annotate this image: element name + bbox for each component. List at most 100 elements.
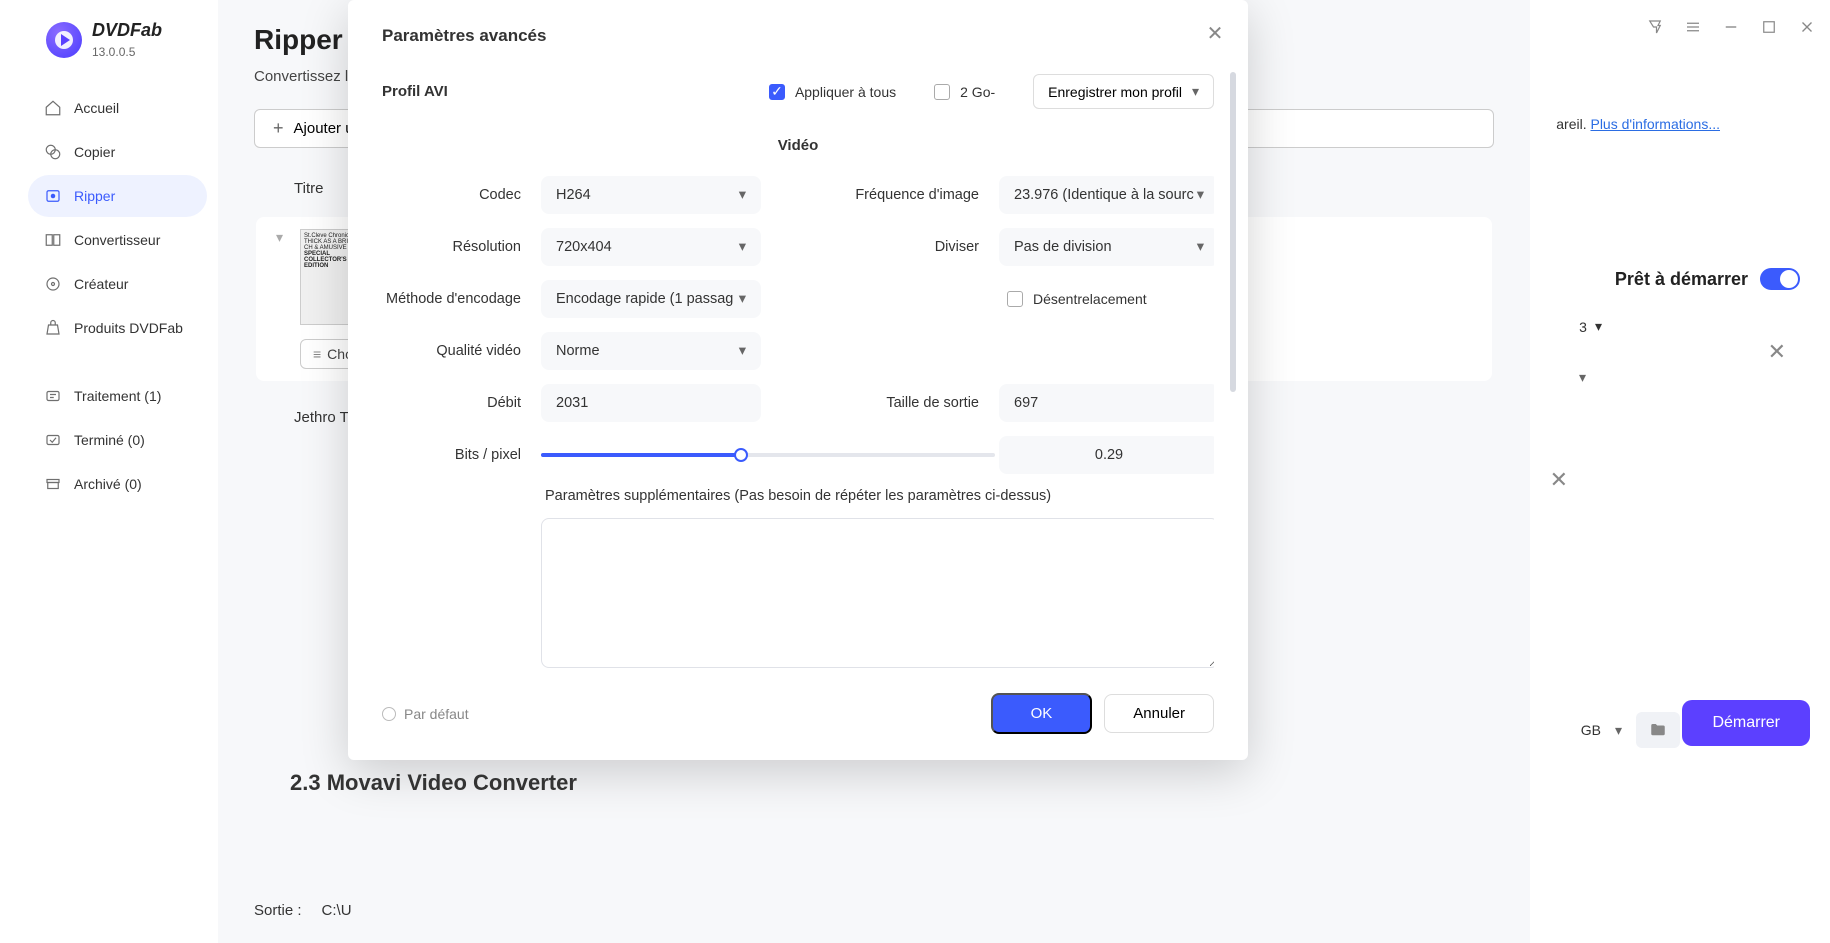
- nav-item-archive[interactable]: Archivé (0): [28, 463, 207, 505]
- logo-icon: [46, 22, 82, 58]
- bitrate-input[interactable]: 2031: [541, 384, 761, 422]
- outsize-input[interactable]: 697: [999, 384, 1214, 422]
- nav-main: Accueil Copier Ripper Convertisseur Créa…: [18, 87, 217, 349]
- gb-label: GB: [1581, 722, 1601, 738]
- apply-all-checkbox[interactable]: ✓ Appliquer à tous: [769, 84, 896, 100]
- products-icon: [44, 319, 62, 337]
- nav-label: Produits DVDFab: [74, 320, 183, 336]
- create-icon: [44, 275, 62, 293]
- video-section-title: Vidéo: [382, 137, 1214, 154]
- checkbox-icon: [1007, 291, 1023, 307]
- modal-header-row: Profil AVI ✓ Appliquer à tous 2 Go- Enre…: [382, 74, 1214, 109]
- output-bar: Sortie : C:\U: [254, 878, 1494, 943]
- resolution-dropdown[interactable]: 720x404▾: [541, 228, 761, 266]
- logo-block: DVDFab 13.0.0.5: [46, 20, 197, 59]
- sidebar: DVDFab 13.0.0.5 Accueil Copier Ripper Co…: [18, 0, 218, 943]
- chevron-down-icon: ▾: [1595, 318, 1602, 335]
- checkbox-checked-icon: ✓: [769, 84, 785, 100]
- framerate-dropdown[interactable]: 23.976 (Identique à la sourc▾: [999, 176, 1214, 214]
- split-size-checkbox[interactable]: 2 Go-: [934, 84, 995, 100]
- resolution-label: Résolution: [382, 239, 537, 255]
- nav-item-creator[interactable]: Créateur: [28, 263, 207, 305]
- version-text: 13.0.0.5: [92, 45, 162, 59]
- chevron-down-icon[interactable]: ▾: [1579, 369, 1586, 386]
- bpp-slider[interactable]: [541, 453, 995, 457]
- save-profile-button[interactable]: Enregistrer mon profil ▾: [1033, 74, 1214, 109]
- modal-title: Paramètres avancés: [382, 26, 1214, 46]
- more-info-link[interactable]: Plus d'informations...: [1590, 116, 1720, 132]
- chevron-down-icon: ▾: [1197, 187, 1204, 203]
- codec-dropdown[interactable]: H264▾: [541, 176, 761, 214]
- checkbox-icon: [934, 84, 950, 100]
- profile-label: Profil AVI: [382, 83, 448, 100]
- expand-icon[interactable]: ▾: [276, 229, 290, 246]
- nav-label: Terminé (0): [74, 432, 145, 448]
- nav-label: Ripper: [74, 188, 115, 204]
- cancel-button[interactable]: Annuler: [1104, 694, 1214, 733]
- nav-label: Archivé (0): [74, 476, 142, 492]
- scroll-area: Codec H264▾ Fréquence d'image 23.976 (Id…: [382, 176, 1214, 675]
- done-icon: [44, 431, 62, 449]
- codec-label: Codec: [382, 187, 537, 203]
- extra-params-label: Paramètres supplémentaires (Pas besoin d…: [541, 488, 1214, 504]
- scrollbar-thumb[interactable]: [1230, 72, 1236, 392]
- ok-button[interactable]: OK: [991, 693, 1093, 734]
- open-folder-button[interactable]: [1636, 712, 1680, 748]
- quality-label: Qualité vidéo: [382, 343, 537, 359]
- nav-label: Créateur: [74, 276, 128, 292]
- encode-method-label: Méthode d'encodage: [382, 291, 537, 307]
- nav-item-done[interactable]: Terminé (0): [28, 419, 207, 461]
- home-icon: [44, 99, 62, 117]
- size-dropdown[interactable]: 3 ▾: [1579, 318, 1602, 335]
- ready-label: Prêt à démarrer: [1615, 269, 1748, 290]
- nav-label: Copier: [74, 144, 115, 160]
- status-panel: Prêt à démarrer: [1615, 268, 1800, 290]
- outsize-label: Taille de sortie: [765, 395, 995, 411]
- modal-scrollbar[interactable]: [1230, 72, 1236, 650]
- close-icon[interactable]: ✕: [1768, 339, 1786, 365]
- convert-icon: [44, 231, 62, 249]
- start-button[interactable]: Démarrer: [1682, 700, 1810, 746]
- archive-icon: [44, 475, 62, 493]
- close-icon[interactable]: ✕: [1550, 467, 1568, 493]
- nav-item-ripper[interactable]: Ripper: [28, 175, 207, 217]
- split-size-label: 2 Go-: [960, 84, 995, 100]
- quality-dropdown[interactable]: Norme▾: [541, 332, 761, 370]
- theme-icon[interactable]: [1646, 18, 1664, 36]
- bpp-value-input[interactable]: 0.29: [999, 436, 1214, 474]
- titlebar-controls: [1646, 18, 1816, 36]
- nav-label: Traitement (1): [74, 388, 161, 404]
- maximize-icon[interactable]: [1760, 18, 1778, 36]
- slider-thumb[interactable]: [734, 448, 748, 462]
- size-unit-block: GB ▾: [1581, 712, 1680, 748]
- chevron-down-icon: ▾: [1197, 239, 1204, 255]
- list-icon: ≡: [313, 346, 321, 362]
- chevron-down-icon[interactable]: ▾: [1615, 722, 1622, 739]
- bpp-label: Bits / pixel: [382, 447, 537, 463]
- split-dropdown[interactable]: Pas de division▾: [999, 228, 1214, 266]
- nav-item-converter[interactable]: Convertisseur: [28, 219, 207, 261]
- desc-right-fragment: areil. Plus d'informations...: [1556, 116, 1720, 132]
- size-value: 3: [1579, 319, 1587, 335]
- col-title: Titre: [294, 180, 323, 197]
- brand-name: DVDFab: [92, 20, 162, 41]
- close-icon[interactable]: [1798, 18, 1816, 36]
- nav-item-process[interactable]: Traitement (1): [28, 375, 207, 417]
- nav-item-copy[interactable]: Copier: [28, 131, 207, 173]
- deinterlace-checkbox[interactable]: Désentrelacement: [999, 291, 1214, 307]
- reset-icon: [382, 707, 396, 721]
- save-profile-label: Enregistrer mon profil: [1048, 84, 1182, 100]
- reset-default-button[interactable]: Par défaut: [382, 706, 469, 722]
- extra-params-textarea[interactable]: [541, 518, 1214, 668]
- menu-icon[interactable]: [1684, 18, 1702, 36]
- nav-item-products[interactable]: Produits DVDFab: [28, 307, 207, 349]
- nav-item-home[interactable]: Accueil: [28, 87, 207, 129]
- encode-method-dropdown[interactable]: Encodage rapide (1 passag▾: [541, 280, 761, 318]
- close-button[interactable]: ✕: [1204, 22, 1226, 44]
- chevron-down-icon: ▾: [739, 291, 746, 307]
- minimize-icon[interactable]: [1722, 18, 1740, 36]
- nav-label: Accueil: [74, 100, 119, 116]
- modal-footer: Par défaut OK Annuler: [382, 675, 1214, 734]
- ripper-icon: [44, 187, 62, 205]
- ready-toggle[interactable]: [1760, 268, 1800, 290]
